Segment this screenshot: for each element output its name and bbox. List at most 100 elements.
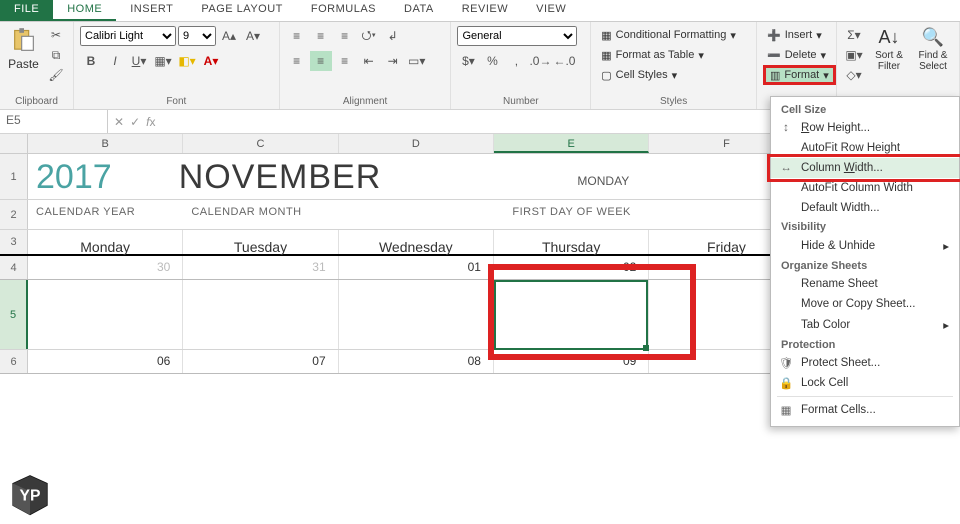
- fx-icon[interactable]: fx: [146, 115, 155, 129]
- align-right-button[interactable]: ≡: [334, 51, 356, 71]
- col-D[interactable]: D: [339, 134, 494, 153]
- decrease-font-button[interactable]: A▾: [242, 26, 264, 46]
- select-all-corner[interactable]: [0, 134, 28, 153]
- shield-icon: 🛡: [779, 356, 793, 370]
- tab-file[interactable]: FILE: [0, 0, 53, 21]
- sort-icon: A↓: [878, 27, 899, 48]
- tab-formulas[interactable]: FORMULAS: [297, 0, 390, 21]
- name-box[interactable]: E5: [0, 110, 108, 133]
- increase-indent-button[interactable]: ⇥: [382, 51, 404, 71]
- cell-C6[interactable]: 07: [183, 350, 338, 373]
- align-bottom-button[interactable]: ≡: [334, 26, 356, 46]
- font-name-select[interactable]: Calibri Light: [80, 26, 176, 46]
- font-color-button[interactable]: A▾: [200, 51, 222, 71]
- paste-button[interactable]: Paste: [6, 25, 41, 71]
- cell-D4[interactable]: 01: [339, 256, 494, 279]
- cell-C4[interactable]: 31: [183, 256, 338, 279]
- cell-B5[interactable]: [28, 280, 183, 349]
- borders-button[interactable]: ▦▾: [152, 51, 174, 71]
- orientation-button[interactable]: ⭯▾: [358, 26, 380, 46]
- row-2[interactable]: 2: [0, 200, 28, 229]
- autosum-button[interactable]: Σ▾: [843, 25, 865, 45]
- align-left-button[interactable]: ≡: [286, 51, 308, 71]
- menu-default-width[interactable]: Default Width...: [771, 198, 959, 218]
- tab-data[interactable]: DATA: [390, 0, 448, 21]
- menu-autofit-row[interactable]: AutoFit Row Height: [771, 138, 959, 158]
- delete-cells-button[interactable]: ➖Delete▾: [763, 45, 830, 65]
- cancel-icon[interactable]: ✕: [114, 115, 124, 129]
- cell-E5[interactable]: [494, 280, 649, 349]
- wrap-text-button[interactable]: ↲: [382, 26, 404, 46]
- col-C[interactable]: C: [183, 134, 338, 153]
- row-5[interactable]: 5: [0, 280, 28, 349]
- cell-E6[interactable]: 09: [494, 350, 649, 373]
- menu-protect-sheet[interactable]: 🛡Protect Sheet...: [771, 353, 959, 373]
- merge-button[interactable]: ▭▾: [406, 51, 428, 71]
- cell-E4[interactable]: 02: [494, 256, 649, 279]
- chevron-right-icon: ▸: [943, 318, 949, 332]
- sort-filter-button[interactable]: A↓ Sort & Filter: [869, 25, 909, 72]
- cell-C5[interactable]: [183, 280, 338, 349]
- fill-color-button[interactable]: ◧▾: [176, 51, 198, 71]
- decrease-indent-button[interactable]: ⇤: [358, 51, 380, 71]
- enter-icon[interactable]: ✓: [130, 115, 140, 129]
- bold-button[interactable]: B: [80, 51, 102, 71]
- find-icon: 🔍: [922, 27, 944, 48]
- clear-button[interactable]: ◇▾: [843, 65, 865, 85]
- menu-autofit-column[interactable]: AutoFit Column Width: [771, 178, 959, 198]
- row-3[interactable]: 3: [0, 230, 28, 254]
- fill-button[interactable]: ▣▾: [843, 45, 865, 65]
- tab-review[interactable]: REVIEW: [448, 0, 522, 21]
- menu-column-width[interactable]: ↔Column Width...Column Width...: [771, 158, 959, 178]
- cell-D5[interactable]: [339, 280, 494, 349]
- conditional-formatting-button[interactable]: ▦Conditional Formatting▾: [597, 25, 740, 45]
- cell-D6[interactable]: 08: [339, 350, 494, 373]
- col-E[interactable]: E: [494, 134, 649, 153]
- row-1[interactable]: 1: [0, 154, 28, 199]
- row-4[interactable]: 4: [0, 256, 28, 279]
- cut-button[interactable]: ✂: [45, 25, 67, 45]
- group-number-label: Number: [457, 94, 584, 109]
- italic-button[interactable]: I: [104, 51, 126, 71]
- underline-button[interactable]: U▾: [128, 51, 150, 71]
- tab-view[interactable]: VIEW: [522, 0, 580, 21]
- cell-B4[interactable]: 30: [28, 256, 183, 279]
- increase-font-button[interactable]: A▴: [218, 26, 240, 46]
- align-center-button[interactable]: ≡: [310, 51, 332, 71]
- decrease-decimal-button[interactable]: ←.0: [553, 51, 575, 71]
- menu-format-cells[interactable]: ▦Format Cells...: [771, 400, 959, 420]
- accounting-button[interactable]: $▾: [457, 51, 479, 71]
- col-B[interactable]: B: [28, 134, 183, 153]
- menu-lock-cell[interactable]: 🔒Lock Cell: [771, 373, 959, 393]
- menu-row-height[interactable]: ↕RRow Height...ow Height...: [771, 118, 959, 138]
- increase-decimal-button[interactable]: .0→: [529, 51, 551, 71]
- cell-B6[interactable]: 06: [28, 350, 183, 373]
- row-6[interactable]: 6: [0, 350, 28, 373]
- menu-move-copy[interactable]: Move or Copy Sheet...: [771, 294, 959, 314]
- group-styles-label: Styles: [597, 94, 750, 109]
- tab-page-layout[interactable]: PAGE LAYOUT: [187, 0, 297, 21]
- copy-button[interactable]: ⧉: [45, 45, 67, 65]
- section-cell-size: Cell Size: [771, 101, 959, 118]
- format-painter-button[interactable]: 🖌: [45, 65, 67, 85]
- menu-hide-unhide[interactable]: Hide & Unhide▸: [771, 235, 959, 257]
- format-cells-button[interactable]: ▥Format▾: [763, 65, 836, 85]
- day-thursday: Thursday: [494, 230, 649, 254]
- align-middle-button[interactable]: ≡: [310, 26, 332, 46]
- tab-home[interactable]: HOME: [53, 0, 116, 21]
- svg-text:YP: YP: [20, 488, 41, 505]
- menu-tab-color[interactable]: Tab Color▸: [771, 314, 959, 336]
- align-top-button[interactable]: ≡: [286, 26, 308, 46]
- tab-insert[interactable]: INSERT: [116, 0, 187, 21]
- percent-button[interactable]: %: [481, 51, 503, 71]
- number-format-select[interactable]: General: [457, 26, 577, 46]
- font-size-select[interactable]: 9: [178, 26, 216, 46]
- menu-rename-sheet[interactable]: Rename Sheet: [771, 274, 959, 294]
- firstday-value: MONDAY: [577, 174, 629, 188]
- format-as-table-button[interactable]: ▦Format as Table▾: [597, 45, 708, 65]
- insert-cells-button[interactable]: ➕Insert▾: [763, 25, 826, 45]
- comma-button[interactable]: ,: [505, 51, 527, 71]
- col-width-icon: ↔: [779, 162, 793, 174]
- cell-styles-button[interactable]: ▢Cell Styles▾: [597, 65, 681, 85]
- find-select-button[interactable]: 🔍 Find & Select: [913, 25, 953, 72]
